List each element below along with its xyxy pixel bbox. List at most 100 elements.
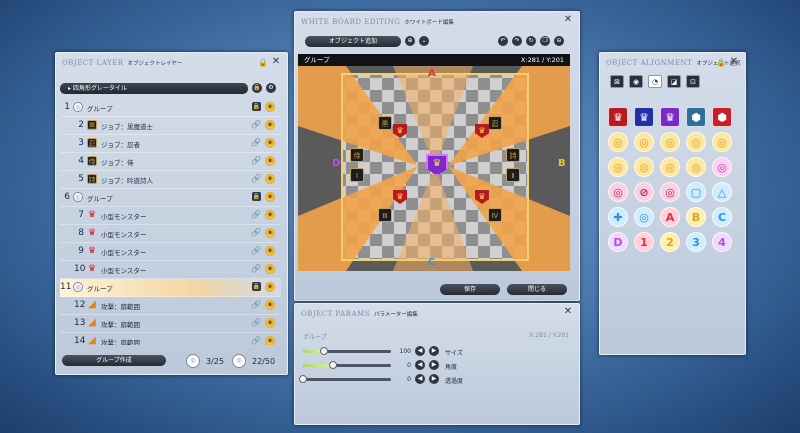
param-increase-button[interactable]: ▶ <box>429 360 439 370</box>
alignment-object-30[interactable]: 4 <box>712 232 732 252</box>
refresh-icon[interactable]: ↻ <box>526 36 536 46</box>
visibility-eye-icon[interactable]: ◉ <box>265 318 275 328</box>
alignment-object-10[interactable]: ◎ <box>712 132 732 152</box>
alignment-object-20[interactable]: △ <box>712 182 732 202</box>
lock-icon[interactable]: 🔒 <box>252 192 261 201</box>
add-icon[interactable]: ⊕ <box>405 36 415 46</box>
alignment-object-4[interactable]: ⬢ <box>686 107 706 127</box>
layer-row[interactable]: 1 ◎ グループ 🔒 ◉ <box>60 99 281 117</box>
visibility-eye-icon[interactable]: ◉ <box>265 120 275 130</box>
visibility-eye-icon[interactable]: ◉ <box>265 156 275 166</box>
alignment-object-12[interactable]: ◎ <box>634 157 654 177</box>
alignment-object-23[interactable]: A <box>660 207 680 227</box>
copy-icon[interactable]: ❐ <box>540 36 550 46</box>
param-increase-button[interactable]: ▶ <box>429 374 439 384</box>
alignment-object-2[interactable]: ♛ <box>634 107 654 127</box>
delete-icon[interactable]: ⊖ <box>554 36 564 46</box>
layer-row[interactable]: 9 ♛ 小型モンスター 🔗 ◉ <box>60 243 281 261</box>
close-icon[interactable]: ✕ <box>271 57 281 67</box>
visibility-eye-icon[interactable]: ◉ <box>265 264 275 274</box>
alignment-object-26[interactable]: D <box>608 232 628 252</box>
waymark-b[interactable]: B <box>558 158 566 169</box>
visibility-eye-icon[interactable]: ◉ <box>265 246 275 256</box>
param-decrease-button[interactable]: ◀ <box>415 374 425 384</box>
param-slider-knob[interactable] <box>320 347 329 355</box>
visibility-eye-icon[interactable]: ◉ <box>265 228 275 238</box>
board-piece-job-8[interactable]: Ⅳ <box>488 208 502 222</box>
link-icon[interactable]: 🔗 <box>251 120 261 129</box>
board-piece-samurai[interactable]: 侍 <box>350 148 364 162</box>
param-slider[interactable] <box>299 375 391 383</box>
waymark-d[interactable]: D <box>332 158 340 169</box>
link-icon[interactable]: 🔗 <box>251 264 261 273</box>
layer-row[interactable]: 12 ◢ 攻撃：扇範囲 🔗 ◉ <box>60 297 281 315</box>
visibility-eye-icon[interactable]: ◉ <box>265 102 275 112</box>
alignment-object-16[interactable]: ◎ <box>608 182 628 202</box>
layer-row[interactable]: 13 ◢ 攻撃：扇範囲 🔗 ◉ <box>60 315 281 333</box>
alignment-object-6[interactable]: ◎ <box>608 132 628 152</box>
alignment-object-11[interactable]: ◎ <box>608 157 628 177</box>
visibility-eye-icon[interactable]: ◉ <box>265 192 275 202</box>
board-piece-black-mage[interactable]: 黒 <box>378 116 392 130</box>
alignment-object-9[interactable]: ◎ <box>686 132 706 152</box>
link-icon[interactable]: 🔗 <box>251 318 261 327</box>
alignment-object-1[interactable]: ♛ <box>608 107 628 127</box>
alignment-object-21[interactable]: ✚ <box>608 207 628 227</box>
visibility-eye-icon[interactable]: ◉ <box>265 300 275 310</box>
link-icon[interactable]: 🔗 <box>251 174 261 183</box>
param-slider[interactable] <box>303 361 391 369</box>
lock-icon[interactable]: 🔒 <box>252 102 261 111</box>
visibility-eye-icon[interactable]: ◉ <box>265 174 275 184</box>
alignment-object-19[interactable]: ▢ <box>686 182 706 202</box>
layer-settings-button[interactable]: ⚙ <box>266 83 276 93</box>
link-icon[interactable]: 🔗 <box>251 156 261 165</box>
close-icon[interactable]: ✕ <box>563 15 573 25</box>
board-piece-job-6[interactable]: Ⅱ <box>506 168 520 182</box>
alignment-object-15[interactable]: ◎ <box>712 157 732 177</box>
alignment-object-22[interactable]: ◎ <box>634 207 654 227</box>
close-icon[interactable]: ✕ <box>729 57 739 67</box>
category-tab-2[interactable]: ◉ <box>629 75 643 88</box>
alignment-object-28[interactable]: 2 <box>660 232 680 252</box>
alignment-object-18[interactable]: ◎ <box>660 182 680 202</box>
param-decrease-button[interactable]: ◀ <box>415 346 425 356</box>
visibility-eye-icon[interactable]: ◉ <box>265 138 275 148</box>
chevron-down-icon[interactable]: ⌄ <box>419 36 429 46</box>
param-increase-button[interactable]: ▶ <box>429 346 439 356</box>
tile-dropdown[interactable]: ▸ 四角形グレータイル <box>60 83 248 94</box>
alignment-object-14[interactable]: ◎ <box>686 157 706 177</box>
lock-icon[interactable]: 🔒 <box>258 58 268 67</box>
category-tab-5[interactable]: ⊡ <box>686 75 700 88</box>
close-button[interactable]: 閉じる <box>507 284 567 295</box>
layer-row[interactable]: 5 詩ジョブ：吟遊詩人 🔗 ◉ <box>60 171 281 189</box>
category-tab-3[interactable]: ◔ <box>648 75 662 88</box>
link-icon[interactable]: 🔗 <box>251 228 261 237</box>
layer-row[interactable]: 3 忍ジョブ：忍者 🔗 ◉ <box>60 135 281 153</box>
alignment-object-29[interactable]: 3 <box>686 232 706 252</box>
visibility-eye-icon[interactable]: ◉ <box>265 282 275 292</box>
link-icon[interactable]: 🔗 <box>251 246 261 255</box>
board-piece-ninja[interactable]: 忍 <box>488 116 502 130</box>
alignment-object-17[interactable]: ⊘ <box>634 182 654 202</box>
param-slider-knob[interactable] <box>299 375 307 383</box>
link-icon[interactable]: 🔗 <box>251 300 261 309</box>
link-icon[interactable]: 🔗 <box>251 210 261 219</box>
link-icon[interactable]: 🔗 <box>251 336 261 345</box>
param-slider-knob[interactable] <box>328 361 337 369</box>
layer-row[interactable]: 6 ◎ グループ 🔒 ◉ <box>60 189 281 207</box>
layer-row[interactable]: 10 ♛ 小型モンスター 🔗 ◉ <box>60 261 281 279</box>
close-icon[interactable]: ✕ <box>563 307 573 317</box>
redo-icon[interactable]: ↷ <box>512 36 522 46</box>
alignment-object-5[interactable]: ⬢ <box>712 107 732 127</box>
whiteboard-canvas[interactable]: A B C D 黒 忍 侍 詩 Ⅰ Ⅱ Ⅲ Ⅳ ♛ ♛ ♛ ♛ ♛ <box>298 66 570 271</box>
visibility-eye-icon[interactable]: ◉ <box>265 210 275 220</box>
alignment-object-25[interactable]: C <box>712 207 732 227</box>
lock-icon[interactable]: 🔒 <box>716 58 726 67</box>
create-group-button[interactable]: グループ作成 <box>62 355 166 366</box>
waymark-c[interactable]: C <box>428 257 435 268</box>
save-button[interactable]: 保存 <box>440 284 500 295</box>
undo-icon[interactable]: ↶ <box>498 36 508 46</box>
alignment-object-24[interactable]: B <box>686 207 706 227</box>
add-object-button[interactable]: オブジェクト追加 <box>305 36 401 47</box>
layer-row[interactable]: 11 ◎ グループ 🔒 ◉ <box>60 279 281 297</box>
